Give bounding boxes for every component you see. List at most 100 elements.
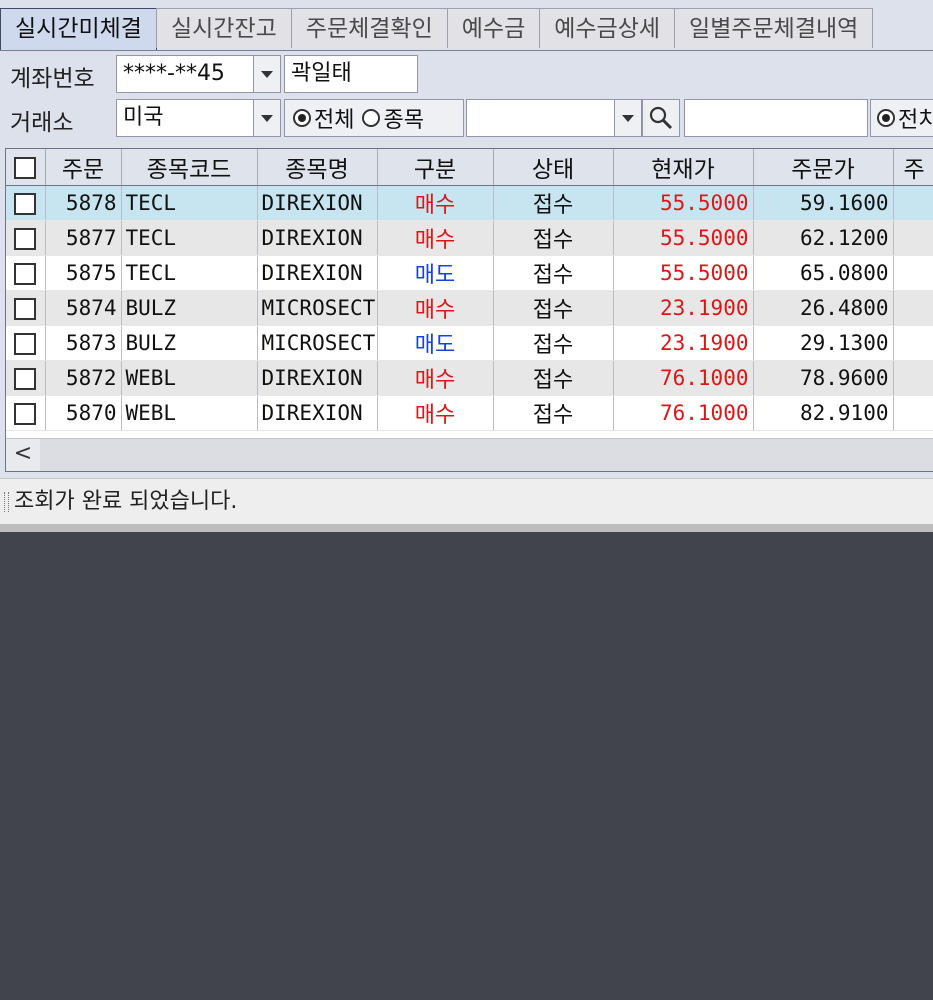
order-number-cell: 5874	[45, 290, 122, 326]
order-price-cell: 59.1600	[753, 185, 894, 221]
table-row[interactable]: 5872 WEBL DIREXION 매수 접수 76.1000 78.9600	[6, 360, 933, 396]
order-price-cell: 26.4800	[753, 290, 894, 326]
col-header-name[interactable]: 종목명	[257, 149, 378, 186]
order-price-cell: 29.1300	[753, 325, 894, 361]
col-header-side[interactable]: 구분	[377, 149, 494, 186]
status-cell: 접수	[493, 360, 614, 396]
col-header-current-price[interactable]: 현재가	[613, 149, 754, 186]
select-all-header[interactable]	[6, 149, 46, 186]
row-checkbox-cell[interactable]	[6, 325, 46, 361]
symbol-name-cell: DIREXION	[257, 395, 378, 431]
overflow-cell	[893, 395, 933, 431]
radio-item[interactable]	[362, 109, 381, 127]
tab-deposit[interactable]: 예수금	[446, 8, 541, 48]
overflow-cell	[893, 360, 933, 396]
tab-order-confirmation[interactable]: 주문체결확인	[290, 8, 448, 48]
radio-right-all-label: 전치	[898, 108, 933, 133]
unfilled-orders-grid: 주문 종목코드 종목명 구분 상태 현재가 주문가 주 5878 TECL DIRE…	[5, 148, 933, 472]
right-radio-group: 전치	[870, 99, 933, 137]
current-price-cell: 23.1900	[613, 325, 754, 361]
extra-input[interactable]	[684, 99, 868, 137]
status-cell: 접수	[493, 325, 614, 361]
order-price-cell: 82.9100	[753, 395, 894, 431]
symbol-name-cell: DIREXION	[257, 255, 378, 291]
table-row[interactable]: 5870 WEBL DIREXION 매수 접수 76.1000 82.9100	[6, 395, 933, 431]
order-price-cell: 65.0800	[753, 255, 894, 291]
table-row[interactable]: 5878 TECL DIREXION 매수 접수 55.5000 59.1600	[6, 185, 933, 221]
symbol-code-cell: TECL	[121, 185, 258, 221]
panel-bottom-border	[0, 524, 933, 532]
current-price-cell: 76.1000	[613, 395, 754, 431]
order-number-cell: 5877	[45, 220, 122, 256]
symbol-input[interactable]	[466, 99, 616, 137]
table-row[interactable]: 5874 BULZ MICROSECT 매수 접수 23.1900 26.4800	[6, 290, 933, 326]
symbol-name-cell: DIREXION	[257, 360, 378, 396]
radio-all[interactable]	[293, 109, 311, 127]
status-cell: 접수	[493, 255, 614, 291]
row-checkbox-cell[interactable]	[6, 185, 46, 221]
row-checkbox-cell[interactable]	[6, 255, 46, 291]
row-checkbox-cell[interactable]	[6, 220, 46, 256]
tab-realtime-unfilled[interactable]: 실시간미체결	[0, 8, 157, 50]
row-checkbox[interactable]	[14, 367, 37, 390]
radio-right-all[interactable]	[877, 109, 895, 127]
account-number-select[interactable]: ****-**45	[116, 55, 254, 93]
exchange-label: 거래소	[10, 110, 74, 136]
row-checkbox[interactable]	[14, 227, 37, 250]
status-message: 조회가 완료 되었습니다.	[14, 489, 238, 514]
order-price-cell: 62.1200	[753, 220, 894, 256]
status-cell: 접수	[493, 290, 614, 326]
row-checkbox[interactable]	[14, 192, 37, 215]
overflow-cell	[893, 290, 933, 326]
exchange-dropdown-button[interactable]	[253, 99, 281, 137]
row-checkbox[interactable]	[14, 402, 37, 425]
overflow-cell	[893, 325, 933, 361]
side-cell: 매수	[377, 220, 494, 256]
col-header-status[interactable]: 상태	[493, 149, 614, 186]
tab-bar: 실시간미체결 실시간잔고 주문체결확인 예수금 예수금상세 일별주문체결내역	[0, 8, 933, 51]
status-cell: 접수	[493, 220, 614, 256]
radio-all-label: 전체	[314, 108, 355, 133]
row-checkbox[interactable]	[14, 262, 37, 285]
col-header-code[interactable]: 종목코드	[121, 149, 258, 186]
row-checkbox[interactable]	[14, 297, 37, 320]
side-cell: 매수	[377, 290, 494, 326]
order-number-cell: 5873	[45, 325, 122, 361]
row-checkbox-cell[interactable]	[6, 360, 46, 396]
order-price-cell: 78.9600	[753, 360, 894, 396]
order-number-cell: 5870	[45, 395, 122, 431]
overflow-cell	[893, 255, 933, 291]
tab-realtime-balance[interactable]: 실시간잔고	[155, 8, 292, 48]
row-checkbox[interactable]	[14, 332, 37, 355]
current-price-cell: 55.5000	[613, 220, 754, 256]
col-header-more[interactable]: 주	[893, 149, 933, 186]
col-header-order[interactable]: 주문	[45, 149, 122, 186]
search-icon	[649, 106, 673, 130]
tab-deposit-detail[interactable]: 예수금상세	[539, 8, 676, 48]
col-header-order-price[interactable]: 주문가	[753, 149, 894, 186]
current-price-cell: 55.5000	[613, 185, 754, 221]
horizontal-scrollbar[interactable]: <	[6, 438, 933, 471]
symbol-code-cell: BULZ	[121, 290, 258, 326]
symbol-code-cell: WEBL	[121, 395, 258, 431]
scroll-left-icon[interactable]: <	[6, 439, 40, 471]
exchange-select[interactable]: 미국	[116, 99, 254, 137]
tab-daily-order-history[interactable]: 일별주문체결내역	[674, 8, 874, 48]
table-row[interactable]: 5875 TECL DIREXION 매도 접수 55.5000 65.0800	[6, 255, 933, 291]
account-dropdown-button[interactable]	[253, 55, 281, 93]
row-checkbox-cell[interactable]	[6, 395, 46, 431]
symbol-name-cell: DIREXION	[257, 220, 378, 256]
select-all-checkbox[interactable]	[14, 156, 37, 179]
symbol-name-cell: MICROSECT	[257, 290, 378, 326]
row-checkbox-cell[interactable]	[6, 290, 46, 326]
symbol-code-cell: TECL	[121, 255, 258, 291]
scope-radio-group: 전체 종목	[284, 99, 464, 137]
search-button[interactable]	[642, 99, 680, 137]
table-row[interactable]: 5877 TECL DIREXION 매수 접수 55.5000 62.1200	[6, 220, 933, 256]
current-price-cell: 55.5000	[613, 255, 754, 291]
table-row[interactable]: 5873 BULZ MICROSECT 매도 접수 23.1900 29.1300	[6, 325, 933, 361]
overflow-cell	[893, 220, 933, 256]
symbol-name-cell: DIREXION	[257, 185, 378, 221]
symbol-dropdown-button[interactable]	[614, 99, 642, 137]
order-window: 실시간미체결 실시간잔고 주문체결확인 예수금 예수금상세 일별주문체결내역 계…	[0, 0, 933, 532]
